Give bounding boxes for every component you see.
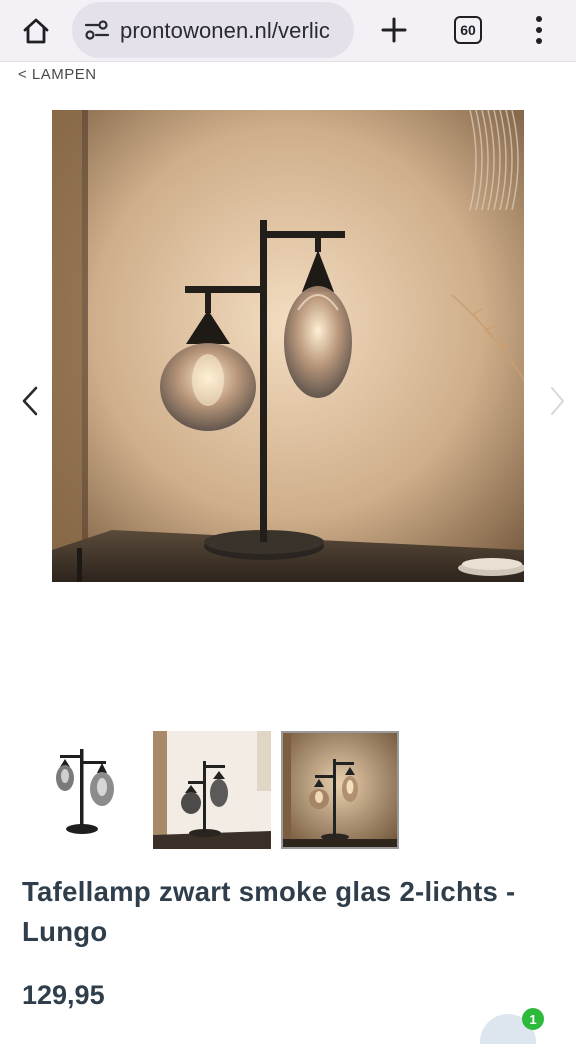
url-text: prontowonen.nl/verlic	[120, 18, 330, 43]
thumbnail-2[interactable]	[153, 731, 271, 849]
product-main-image[interactable]	[52, 110, 524, 582]
tabs-icon[interactable]: 60	[454, 16, 482, 44]
tab-count: 60	[460, 22, 476, 38]
product-price: 129,95	[22, 980, 105, 1010]
chat-widget-button[interactable]: 1	[480, 1008, 550, 1044]
address-bar[interactable]: prontowonen.nl/verlic	[72, 2, 354, 58]
new-tab-icon[interactable]	[374, 10, 414, 50]
breadcrumb-back-link[interactable]: < LAMPEN	[18, 66, 97, 83]
product-thumbnails	[22, 731, 402, 851]
home-icon[interactable]	[14, 11, 58, 51]
browser-toolbar: prontowonen.nl/verlic 60	[0, 0, 576, 62]
thumbnail-3-selected[interactable]	[281, 731, 399, 849]
previous-image-icon[interactable]	[18, 385, 44, 417]
thumbnail-1[interactable]	[22, 731, 140, 849]
next-image-icon[interactable]	[546, 385, 568, 417]
site-info-icon[interactable]	[84, 19, 110, 41]
more-menu-icon[interactable]	[524, 12, 554, 48]
product-title: Tafellamp zwart smoke glas 2-lichts - Lu…	[22, 876, 516, 947]
chat-notification-badge: 1	[522, 1008, 544, 1030]
